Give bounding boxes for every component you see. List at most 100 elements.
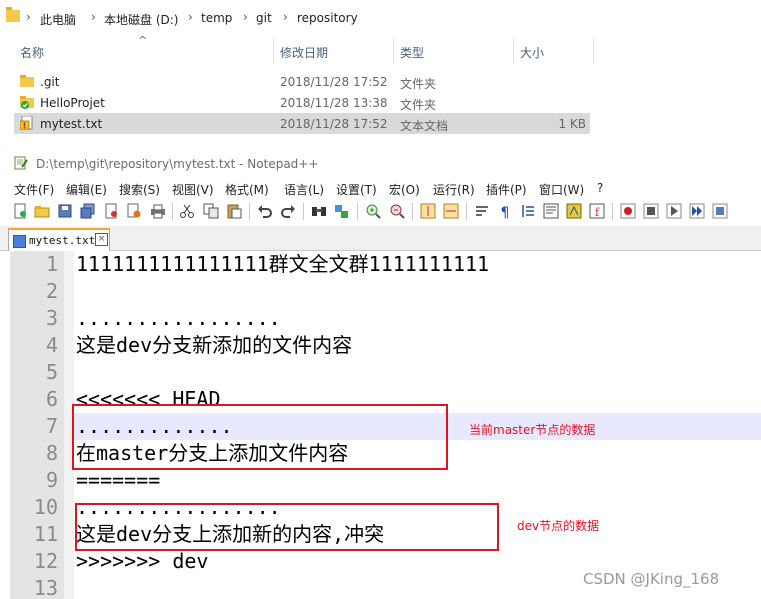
line-number: 11 [33, 522, 58, 546]
menu-help[interactable]: ? [597, 181, 603, 195]
folder-icon [20, 75, 34, 87]
line-number: 7 [45, 414, 58, 438]
close-icon[interactable]: × [95, 233, 108, 246]
close-file-icon[interactable] [103, 203, 119, 219]
sync-vertical-icon[interactable] [420, 203, 436, 219]
code-line[interactable]: ................. [76, 305, 281, 332]
dev-annotation-label: dev节点的数据 [517, 519, 600, 533]
menu-search[interactable]: 搜索(S) [119, 181, 160, 198]
new-file-icon[interactable] [12, 203, 28, 219]
menu-edit[interactable]: 编辑(E) [66, 181, 107, 198]
breadcrumb-this-pc[interactable]: 此电脑 [40, 11, 76, 28]
copy-icon[interactable] [203, 203, 219, 219]
code-line[interactable]: 1111111111111111群文全文群1111111111 [76, 251, 489, 278]
line-number: 5 [45, 360, 58, 384]
show-all-chars-icon[interactable]: ¶ [497, 203, 513, 219]
stop-macro-icon[interactable] [643, 203, 659, 219]
address-bar[interactable]: › 此电脑 › 本地磁盘 (D:) › temp › git › reposit… [0, 4, 761, 32]
open-file-icon[interactable] [34, 203, 50, 219]
code-line[interactable]: 这是dev分支新添加的文件内容 [76, 332, 352, 359]
tab-mytest-txt[interactable]: mytest.txt × [8, 228, 110, 251]
line-number: 8 [45, 441, 58, 465]
file-row[interactable]: ! mytest.txt 2018/11/28 17:52 文本文档 1 KB [14, 113, 590, 134]
watermark: CSDN @JKing_168 [583, 570, 720, 588]
column-header-row: ^ 名称 修改日期 类型 大小 [0, 34, 761, 66]
redo-icon[interactable] [280, 203, 296, 219]
zoom-out-icon[interactable] [389, 203, 405, 219]
file-date: 2018/11/28 13:38 [280, 96, 388, 110]
folder-synced-icon [20, 96, 34, 109]
line-number: 12 [33, 549, 58, 573]
menu-language[interactable]: 语言(L) [284, 181, 324, 198]
line-number: 4 [45, 333, 58, 357]
column-divider[interactable] [593, 38, 594, 64]
toolbar-separator [412, 203, 413, 220]
breadcrumb-drive-d[interactable]: 本地磁盘 (D:) [104, 11, 178, 28]
word-wrap-icon[interactable] [474, 203, 490, 219]
toolbar: ¶ f [0, 200, 761, 224]
master-annotation-box [72, 404, 448, 470]
save-all-icon[interactable] [80, 203, 96, 219]
menu-format[interactable]: 格式(M) [225, 181, 269, 198]
code-line[interactable]: ======= [76, 467, 160, 494]
cut-icon[interactable] [179, 203, 195, 219]
file-row[interactable]: HelloProjet 2018/11/28 13:38 文件夹 [14, 92, 590, 113]
column-header-name[interactable]: 名称 [20, 44, 44, 61]
save-icon[interactable] [57, 203, 73, 219]
dev-annotation-box [75, 503, 499, 551]
undo-icon[interactable] [257, 203, 273, 219]
print-icon[interactable] [150, 203, 166, 219]
column-divider[interactable] [393, 38, 394, 64]
user-lang-icon[interactable] [543, 203, 559, 219]
sync-horizontal-icon[interactable] [443, 203, 459, 219]
play-macro-icon[interactable] [666, 203, 682, 219]
column-header-size[interactable]: 大小 [520, 44, 544, 61]
folder-icon [6, 7, 20, 22]
code-line[interactable]: >>>>>>> dev [76, 548, 208, 575]
column-divider[interactable] [513, 38, 514, 64]
svg-text:!: ! [23, 122, 27, 131]
close-all-icon[interactable] [126, 203, 142, 219]
breadcrumb-temp[interactable]: temp [201, 11, 232, 25]
menu-window[interactable]: 窗口(W) [539, 181, 584, 198]
function-list-icon[interactable]: f [589, 203, 605, 219]
line-number: 2 [45, 279, 58, 303]
menu-macro[interactable]: 宏(O) [389, 181, 420, 198]
doc-map-icon[interactable] [566, 203, 582, 219]
sort-up-icon: ^ [138, 34, 148, 47]
menu-run[interactable]: 运行(R) [433, 181, 475, 198]
menu-file[interactable]: 文件(F) [14, 181, 54, 198]
paste-icon[interactable] [226, 203, 242, 219]
record-macro-icon[interactable] [620, 203, 636, 219]
menu-settings[interactable]: 设置(T) [336, 181, 377, 198]
chevron-right-icon: › [243, 10, 248, 24]
chevron-right-icon: › [283, 10, 288, 24]
column-header-type[interactable]: 类型 [400, 44, 424, 61]
save-macro-icon[interactable] [712, 203, 728, 219]
line-number: 10 [33, 495, 58, 519]
indent-guide-icon[interactable] [520, 203, 536, 219]
line-number: 13 [33, 576, 58, 599]
replace-icon[interactable] [334, 203, 350, 219]
title-bar[interactable]: D:\temp\git\repository\mytest.txt - Note… [0, 148, 761, 178]
chevron-right-icon: › [91, 10, 96, 24]
run-macro-multiple-icon[interactable] [689, 203, 705, 219]
line-number: 3 [45, 306, 58, 330]
zoom-in-icon[interactable] [365, 203, 381, 219]
toolbar-separator [466, 203, 467, 220]
find-icon[interactable] [311, 203, 327, 219]
column-header-date[interactable]: 修改日期 [280, 44, 328, 61]
breadcrumb-git[interactable]: git [256, 11, 272, 25]
column-divider[interactable] [273, 38, 274, 64]
line-number: 1 [45, 252, 58, 276]
menu-view[interactable]: 视图(V) [172, 181, 214, 198]
menu-plugins[interactable]: 插件(P) [486, 181, 527, 198]
file-type: 文件夹 [400, 77, 437, 91]
file-name: HelloProjet [40, 96, 105, 110]
file-size: 1 KB [558, 117, 586, 131]
breadcrumb-repository[interactable]: repository [297, 11, 358, 25]
file-row[interactable]: .git 2018/11/28 17:52 文件夹 [14, 71, 590, 92]
notepad-app-icon [14, 156, 28, 170]
file-date: 2018/11/28 17:52 [280, 117, 388, 131]
line-number: 6 [45, 387, 58, 411]
